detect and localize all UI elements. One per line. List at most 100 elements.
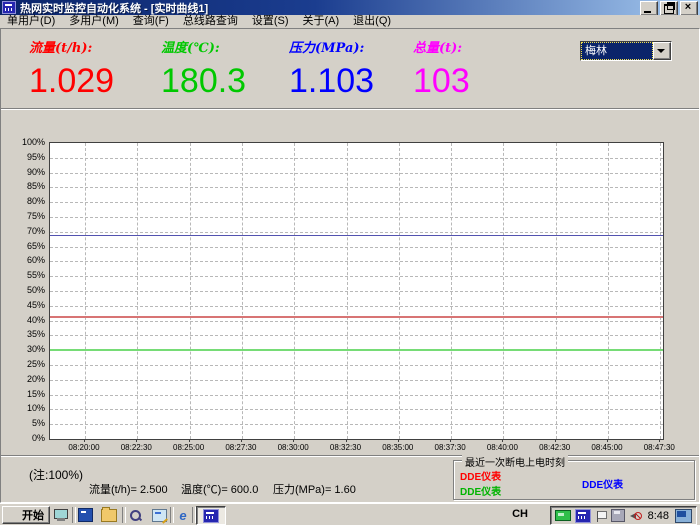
dde-meter-label: DDE仪表 — [460, 468, 501, 483]
x-tick-mark — [84, 439, 85, 442]
vertical-gridline — [608, 143, 609, 439]
series-line-1 — [50, 316, 663, 318]
x-tick-mark — [607, 439, 608, 442]
horizontal-gridline — [50, 276, 663, 277]
app-icon — [203, 509, 219, 523]
y-tick-label: 35% — [13, 330, 45, 339]
desktop-icon — [152, 509, 167, 522]
menu-item[interactable]: 查询(F) — [126, 15, 176, 28]
y-tick-label: 65% — [13, 242, 45, 251]
y-tick-label: 40% — [13, 316, 45, 325]
y-tick-label: 10% — [13, 404, 45, 413]
computer-icon — [54, 509, 68, 521]
restore-icon — [664, 4, 674, 14]
x-tick-label: 08:20:00 — [57, 443, 111, 452]
battery-icon[interactable] — [555, 510, 571, 521]
y-tick-label: 15% — [13, 390, 45, 399]
station-select[interactable]: 梅林 — [580, 41, 672, 61]
vertical-gridline — [190, 143, 191, 439]
app-tray-icon[interactable] — [575, 509, 591, 523]
horizontal-gridline — [50, 365, 663, 366]
vertical-gridline — [137, 143, 138, 439]
flag-icon[interactable] — [595, 510, 607, 522]
menu-item[interactable]: 关于(A) — [296, 15, 347, 28]
menu-item[interactable]: 退出(Q) — [346, 15, 398, 28]
readout: 压力(MPa):1.103 — [289, 37, 374, 101]
muted-speaker-icon[interactable] — [629, 510, 642, 522]
y-tick-label: 60% — [13, 256, 45, 265]
range-item: 温度(℃)= 600.0 — [181, 481, 258, 497]
horizontal-gridline — [50, 247, 663, 248]
close-button[interactable]: × — [680, 1, 698, 16]
y-tick-label: 80% — [13, 197, 45, 206]
vertical-gridline — [660, 143, 661, 439]
readout-label: 流量(t/h): — [29, 37, 114, 56]
x-tick-mark — [450, 439, 451, 442]
power-event-groupbox: 最近一次断电上电时刻 DDE仪表 DDE仪表 DDE仪表 — [453, 460, 695, 500]
horizontal-gridline — [50, 321, 663, 322]
station-select-value: 梅林 — [581, 42, 653, 60]
horizontal-gridline — [50, 395, 663, 396]
minimize-icon — [644, 11, 651, 13]
vertical-gridline — [294, 143, 295, 439]
dde-meter-label: DDE仪表 — [582, 476, 623, 491]
y-tick-label: 55% — [13, 271, 45, 280]
start-button-label: 开始 — [22, 507, 44, 523]
console-icon — [78, 508, 93, 522]
menu-item[interactable]: 设置(S) — [245, 15, 296, 28]
input-language-indicator[interactable]: CH — [512, 508, 528, 520]
monitor-icon[interactable] — [675, 509, 692, 523]
x-tick-label: 08:47:30 — [632, 443, 686, 452]
x-tick-label: 08:35:00 — [371, 443, 425, 452]
disk-icon[interactable] — [611, 509, 625, 522]
desktop-icon-button[interactable] — [150, 507, 168, 523]
readout-value: 103 — [413, 62, 470, 101]
clock: 8:48 — [646, 510, 671, 522]
folder-icon-button[interactable] — [100, 507, 118, 523]
minimize-button[interactable] — [640, 1, 658, 16]
readout-value: 180.3 — [161, 62, 246, 101]
client-area: 流量(t/h): 1.029 温度(℃): 180.3 压力(MPa):1.103 总量(… — [0, 28, 700, 503]
y-tick-label: 5% — [13, 419, 45, 428]
computer-icon-button[interactable] — [52, 507, 70, 523]
readout-value: 1.029 — [29, 62, 114, 101]
readout-label: 压力(MPa): — [289, 37, 374, 56]
scale-note: (注:100%) — [29, 466, 83, 483]
x-tick-label: 08:42:30 — [528, 443, 582, 452]
dde-meter-label: DDE仪表 — [460, 483, 501, 498]
y-tick-label: 30% — [13, 345, 45, 354]
plot-area — [49, 142, 664, 440]
menu-item[interactable]: 多用户(M) — [62, 15, 126, 28]
horizontal-gridline — [50, 187, 663, 188]
x-tick-mark — [555, 439, 556, 442]
menu-item[interactable]: 总线路查询 — [176, 15, 245, 28]
readout: 流量(t/h): 1.029 — [29, 37, 114, 101]
separator — [1, 455, 699, 457]
y-tick-label: 20% — [13, 375, 45, 384]
menu-item[interactable]: 单用户(D) — [0, 15, 62, 28]
ie-icon — [176, 509, 190, 522]
console-icon-button[interactable] — [76, 507, 94, 523]
taskbar: 开始 CH 8:48 — [0, 503, 700, 525]
screen: 热网实时监控自动化系统 - [实时曲线1] × 单用户(D)多用户(M)查询(F… — [0, 0, 700, 525]
readout-label: 总量(t): — [413, 37, 470, 56]
x-tick-mark — [293, 439, 294, 442]
y-tick-label: 45% — [13, 301, 45, 310]
search-icon-button[interactable] — [126, 507, 144, 523]
title-bar: 热网实时监控自动化系统 - [实时曲线1] × — [0, 0, 700, 15]
y-tick-label: 50% — [13, 286, 45, 295]
ie-icon-button[interactable] — [174, 507, 192, 523]
horizontal-gridline — [50, 217, 663, 218]
horizontal-gridline — [50, 424, 663, 425]
station-select-dropdown-button[interactable] — [653, 42, 671, 60]
app-task-button[interactable] — [196, 506, 226, 525]
system-tray: 8:48 — [550, 506, 697, 525]
horizontal-gridline — [50, 232, 663, 233]
restore-button[interactable] — [660, 1, 678, 16]
search-icon — [129, 509, 142, 522]
vertical-gridline — [451, 143, 452, 439]
readout-label: 温度(℃): — [161, 37, 246, 56]
x-tick-label: 08:40:00 — [475, 443, 529, 452]
start-button[interactable]: 开始 — [2, 506, 50, 524]
vertical-gridline — [85, 143, 86, 439]
